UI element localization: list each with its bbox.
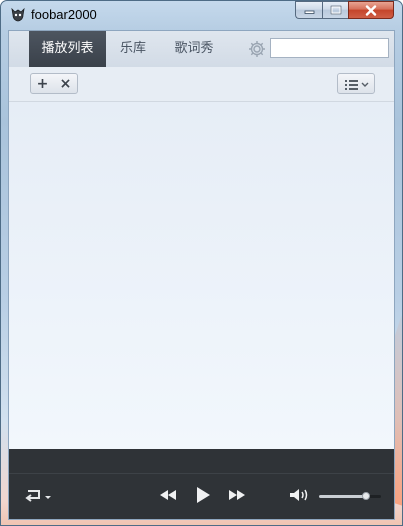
app-window: foobar2000 播放列表 乐库 歌词秀 + × [0,0,403,526]
volume-icon[interactable] [288,487,310,503]
window-title: foobar2000 [31,7,97,22]
volume-slider[interactable] [319,492,381,500]
close-icon [365,4,377,16]
tab-bar: 播放列表 乐库 歌词秀 [9,31,394,68]
title-bar[interactable]: foobar2000 [1,1,402,29]
player-divider [9,473,394,474]
player-controls [9,449,394,519]
tab-library[interactable]: 乐库 [110,31,156,67]
previous-icon[interactable] [158,488,178,502]
tab-lyrics[interactable]: 歌词秀 [166,31,222,67]
minimize-icon [304,10,314,14]
repeat-icon[interactable] [25,487,55,503]
maximize-icon [330,5,341,15]
gear-icon[interactable] [247,39,267,59]
client-area: 播放列表 乐库 歌词秀 + × [8,30,395,520]
maximize-button[interactable] [322,1,348,19]
view-mode-button[interactable] [337,73,375,94]
list-view-icon [345,80,369,90]
minimize-button[interactable] [295,1,322,19]
tab-playlist[interactable]: 播放列表 [29,31,106,67]
playlist-area[interactable] [9,102,394,449]
search-input[interactable] [270,38,389,58]
volume-knob[interactable] [361,492,370,500]
add-button[interactable]: + [31,74,54,93]
close-button[interactable] [348,1,394,19]
playlist-toolbar: + × [9,67,394,102]
play-icon[interactable] [194,485,212,505]
next-icon[interactable] [227,488,247,502]
playlist-edit-buttons: + × [30,73,78,94]
remove-button[interactable]: × [54,74,77,93]
foobar-app-icon [11,7,25,22]
volume-fill [319,495,366,498]
caption-buttons [295,1,394,21]
